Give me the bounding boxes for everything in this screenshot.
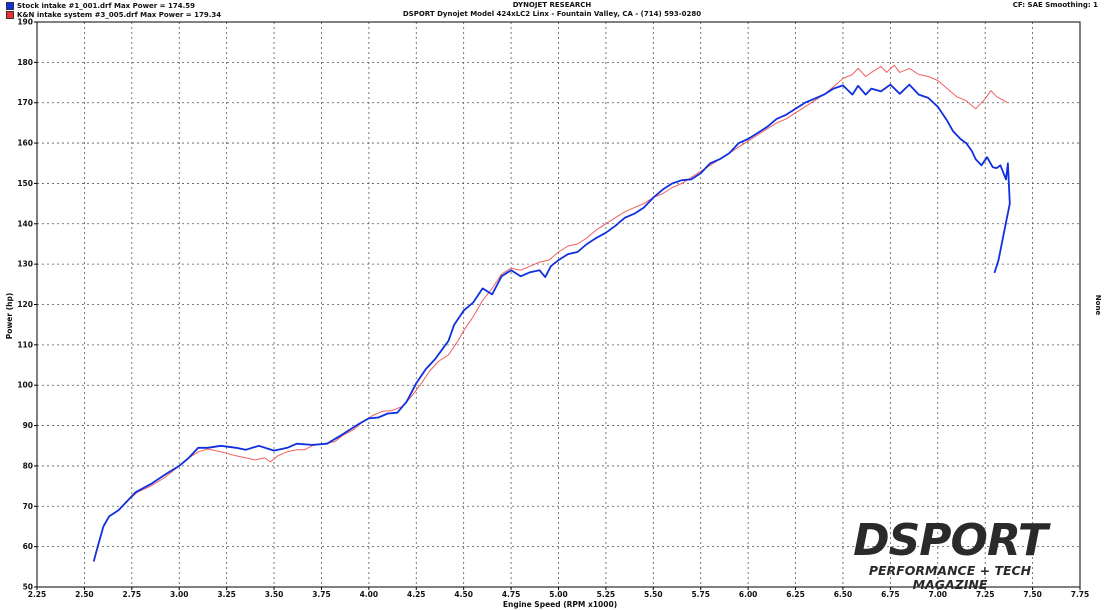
x-tick-label: 2.25 — [28, 590, 47, 599]
y-tick-label: 90 — [23, 421, 33, 430]
chart-title: DYNOJET RESEARCH — [512, 1, 592, 9]
x-tick-label: 4.25 — [407, 590, 426, 599]
x-tick-label: 4.75 — [502, 590, 521, 599]
x-tick-label: 7.75 — [1071, 590, 1090, 599]
y-tick-label: 60 — [23, 542, 33, 551]
watermark-logo-text: DSPORT — [853, 515, 1048, 566]
grid-lines — [37, 22, 1080, 587]
chart-subtitle: DSPORT Dynojet Model 424xLC2 Linx - Foun… — [402, 10, 702, 18]
y-tick-label: 100 — [17, 381, 33, 390]
dsport-watermark: DSPORT PERFORMANCE + TECH MAGAZINE — [832, 518, 1068, 592]
series-line-stock-intake — [93, 83, 1011, 562]
y-tick-label: 140 — [17, 219, 33, 228]
y-tick-label: 130 — [17, 260, 33, 269]
x-tick-label: 5.00 — [549, 590, 568, 599]
y-tick-label: 160 — [17, 139, 33, 148]
y-axis-label: Power (hp) — [5, 293, 14, 340]
x-tick-label: 3.50 — [265, 590, 284, 599]
x-tick-label: 6.00 — [739, 590, 758, 599]
x-tick-label: 5.50 — [644, 590, 663, 599]
watermark-tagline: PERFORMANCE + TECH MAGAZINE — [868, 563, 1032, 592]
x-tick-label: 5.25 — [597, 590, 616, 599]
x-tick-label: 3.00 — [170, 590, 189, 599]
x-tick-label: 3.75 — [312, 590, 331, 599]
y-tick-label: 70 — [23, 502, 33, 511]
series-lines — [93, 64, 1011, 562]
x-tick-label: 4.00 — [360, 590, 379, 599]
x-tick-label: 3.25 — [217, 590, 236, 599]
x-tick-label: 4.50 — [454, 590, 473, 599]
y-tick-label: 170 — [17, 98, 33, 107]
series-line-kn-intake — [127, 64, 1009, 501]
x-axis-label: Engine Speed (RPM x1000) — [503, 600, 617, 609]
y-tick-label: 80 — [23, 461, 33, 470]
y-tick-label: 180 — [17, 58, 33, 67]
y-axis-ticks: 5060708090100110120130140150160170180190 — [17, 18, 37, 592]
right-axis-label: None — [1094, 295, 1102, 316]
x-tick-label: 2.50 — [75, 590, 94, 599]
x-tick-label: 6.25 — [786, 590, 805, 599]
x-tick-label: 2.75 — [123, 590, 142, 599]
x-tick-label: 5.75 — [691, 590, 710, 599]
correction-smoothing-info: CF: SAE Smoothing: 1 — [1012, 1, 1098, 9]
y-tick-label: 120 — [17, 300, 33, 309]
y-tick-label: 150 — [17, 179, 33, 188]
y-tick-label: 110 — [17, 340, 33, 349]
